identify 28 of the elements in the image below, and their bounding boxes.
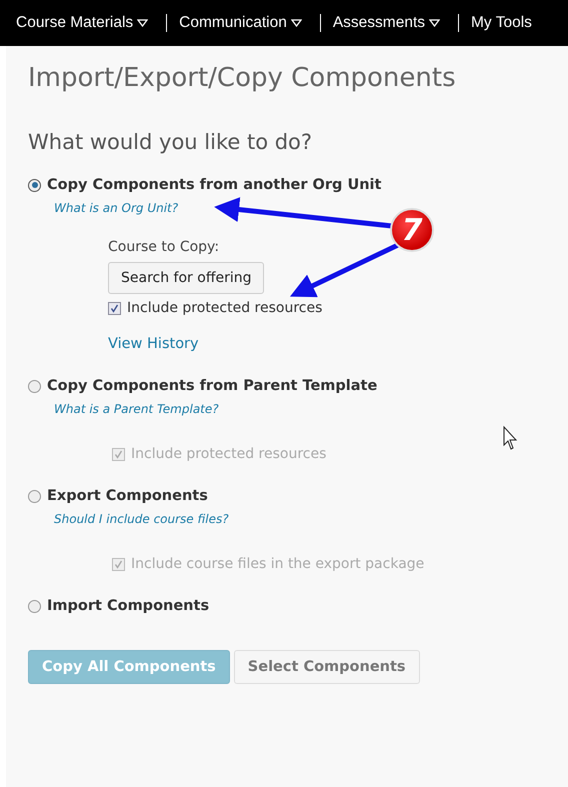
radio-button[interactable]	[28, 490, 41, 502]
nav-menu-item[interactable]: Assessments	[332, 14, 440, 32]
option-label: Export Components	[47, 488, 208, 504]
nav-menu-item[interactable]: Communication	[179, 14, 302, 32]
view-history-link[interactable]: View History	[108, 336, 568, 352]
option-label: Copy Components from Parent Template	[47, 378, 378, 394]
search-button[interactable]: Search for offering	[108, 262, 264, 294]
option-label: Import Components	[47, 598, 210, 614]
dropdown-icon	[429, 19, 440, 27]
dropdown-icon	[137, 19, 148, 27]
checkbox[interactable]	[108, 302, 121, 314]
action-button[interactable]: Select Components	[234, 650, 420, 684]
field-label: Course to Copy:	[108, 239, 220, 255]
radio-button[interactable]	[28, 380, 41, 392]
page-title: Import/Export/Copy Components	[28, 62, 457, 94]
checkbox-label: Include protected resources	[127, 300, 322, 316]
checkbox-label: Include course files in the export package	[131, 556, 424, 572]
nav-menu-item[interactable]: My Tools	[471, 14, 532, 32]
dropdown-icon	[290, 19, 302, 27]
option-label: Copy Components from another Org Unit	[47, 177, 382, 193]
radio-button[interactable]	[28, 178, 41, 192]
section-heading: What would you like to do?	[28, 129, 314, 156]
radio-button[interactable]	[28, 600, 41, 612]
nav-menu-item[interactable]: Course Materials	[16, 14, 148, 32]
checkbox-label: Include protected resources	[131, 446, 326, 462]
cursor-icon	[504, 426, 518, 450]
help-link[interactable]: What is a Parent Template?	[54, 402, 568, 416]
help-link[interactable]: Should I include course files?	[54, 512, 568, 526]
